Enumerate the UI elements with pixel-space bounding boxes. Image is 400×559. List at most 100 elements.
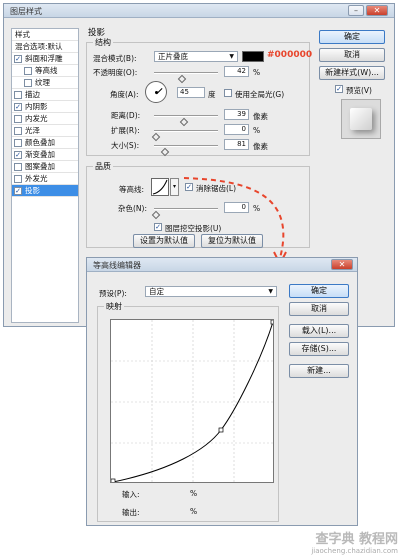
layer-style-titlebar[interactable]: 图层样式 – ✕: [4, 4, 394, 18]
styles-sidebar: 样式 混合选项:默认 ✓ 斜面和浮雕 等高线 纹理 描边 ✓ 内阴影 内发光 光泽 颜色叠加 ✓ 渐变…: [11, 28, 79, 323]
style-item[interactable]: 纹理: [12, 77, 78, 89]
size-unit: 像素: [253, 142, 268, 151]
size-slider-track[interactable]: [154, 145, 218, 147]
style-item[interactable]: 颜色叠加: [12, 137, 78, 149]
layer-style-title: 图层样式: [10, 7, 42, 16]
style-item-label: 渐变叠加: [25, 150, 55, 159]
style-item[interactable]: 等高线: [12, 65, 78, 77]
style-item-checkbox[interactable]: [14, 127, 22, 135]
style-list: ✓ 斜面和浮雕 等高线 纹理 描边 ✓ 内阴影 内发光 光泽 颜色叠加 ✓ 渐变叠加 图案叠加 外发光 ✓ 投…: [12, 53, 78, 197]
blend-options-label: 混合选项:默认: [15, 42, 63, 51]
angle-dial-center: [155, 91, 158, 94]
style-item-checkbox[interactable]: [14, 175, 22, 183]
save-button[interactable]: 存储(S)...: [289, 342, 349, 356]
style-item[interactable]: 光泽: [12, 125, 78, 137]
style-item[interactable]: ✓ 斜面和浮雕: [12, 53, 78, 65]
close-button[interactable]: ✕: [366, 5, 388, 16]
style-item-checkbox[interactable]: ✓: [14, 55, 22, 63]
contour-close-button[interactable]: ✕: [331, 259, 353, 270]
shadow-color-swatch[interactable]: [242, 51, 264, 62]
spread-field[interactable]: 0: [224, 124, 249, 135]
watermark: 查字典 教程网 jiaocheng.chazidian.com: [270, 528, 398, 558]
style-item-label: 外发光: [25, 174, 48, 183]
style-item-label: 颜色叠加: [25, 138, 55, 147]
new-button[interactable]: 新建...: [289, 364, 349, 378]
chevron-down-icon: ▼: [268, 288, 273, 295]
style-item-checkbox[interactable]: [14, 91, 22, 99]
preview-checkbox[interactable]: ✓: [335, 85, 343, 93]
contour-editor-dialog: 等高线编辑器 ✕ 预设(P): 自定 ▼ 映射 输入: % 输出: % 确定 取…: [86, 257, 358, 526]
style-item-checkbox[interactable]: [14, 163, 22, 171]
angle-label: 角度(A):: [110, 90, 139, 99]
chevron-down-icon: ▼: [229, 53, 234, 60]
minimize-button[interactable]: –: [348, 5, 364, 16]
style-item[interactable]: ✓ 渐变叠加: [12, 149, 78, 161]
style-item-checkbox[interactable]: [14, 115, 22, 123]
blend-mode-select[interactable]: 正片叠底 ▼: [154, 51, 238, 62]
size-slider-thumb[interactable]: [160, 147, 170, 157]
distance-label: 距离(D):: [111, 111, 141, 120]
angle-field[interactable]: 45: [177, 87, 205, 98]
knockout-checkbox[interactable]: ✓: [154, 223, 162, 231]
opacity-unit: %: [253, 68, 261, 77]
style-item-checkbox[interactable]: ✓: [14, 103, 22, 111]
style-item[interactable]: ✓ 内阴影: [12, 101, 78, 113]
style-item-label: 内阴影: [25, 102, 48, 111]
noise-slider-thumb[interactable]: [151, 210, 161, 220]
spread-slider-track[interactable]: [154, 130, 218, 132]
contour-ok-button[interactable]: 确定: [289, 284, 349, 298]
style-item-checkbox[interactable]: [14, 139, 22, 147]
opacity-slider-track[interactable]: [154, 72, 218, 74]
preset-select[interactable]: 自定 ▼: [145, 286, 277, 297]
contour-dropdown-button[interactable]: ▾: [170, 178, 179, 196]
blend-options-item[interactable]: 混合选项:默认: [12, 41, 78, 53]
style-item[interactable]: 内发光: [12, 113, 78, 125]
cancel-button[interactable]: 取消: [319, 48, 385, 62]
preset-label: 预设(P):: [99, 289, 127, 298]
mapping-legend: 映射: [104, 301, 124, 312]
contour-cancel-button[interactable]: 取消: [289, 302, 349, 316]
contour-label: 等高线:: [119, 185, 145, 194]
contour-curve-icon: [152, 179, 168, 195]
style-item[interactable]: 图案叠加: [12, 161, 78, 173]
contour-graph[interactable]: [110, 319, 274, 483]
contour-editor-titlebar[interactable]: 等高线编辑器 ✕: [87, 258, 357, 272]
preview-label: 预览(V): [346, 86, 372, 95]
output-unit: %: [190, 507, 198, 516]
size-label: 大小(S):: [111, 141, 140, 150]
distance-field[interactable]: 39: [224, 109, 249, 120]
angle-dial[interactable]: [145, 81, 167, 103]
style-item[interactable]: 描边: [12, 89, 78, 101]
style-item[interactable]: ✓ 投影: [12, 185, 78, 197]
style-item-label: 纹理: [35, 78, 50, 87]
input-label: 输入:: [122, 490, 140, 499]
opacity-field[interactable]: 42: [224, 66, 249, 77]
load-button[interactable]: 载入(L)...: [289, 324, 349, 338]
style-item-label: 投影: [25, 186, 40, 195]
styles-header[interactable]: 样式: [12, 29, 78, 41]
size-field[interactable]: 81: [224, 139, 249, 150]
spread-slider-thumb[interactable]: [151, 132, 161, 142]
opacity-slider-thumb[interactable]: [177, 74, 187, 84]
distance-slider-thumb[interactable]: [179, 117, 189, 127]
style-item[interactable]: 外发光: [12, 173, 78, 185]
contour-thumbnail[interactable]: [151, 178, 169, 196]
style-preview-swatch: [341, 99, 381, 139]
new-style-button[interactable]: 新建样式(W)...: [319, 66, 385, 80]
contour-editor-title: 等高线编辑器: [93, 261, 141, 270]
distance-slider-track[interactable]: [154, 115, 218, 117]
style-item-label: 斜面和浮雕: [25, 54, 63, 63]
blend-mode-value: 正片叠底: [158, 52, 188, 61]
styles-header-label: 样式: [15, 30, 30, 39]
style-item-label: 光泽: [25, 126, 40, 135]
style-item-checkbox[interactable]: ✓: [14, 151, 22, 159]
style-item-label: 图案叠加: [25, 162, 55, 171]
opacity-label: 不透明度(O):: [93, 68, 138, 77]
global-light-checkbox[interactable]: [224, 89, 232, 97]
style-item-checkbox[interactable]: ✓: [14, 187, 22, 195]
style-item-checkbox[interactable]: [24, 79, 32, 87]
ok-button[interactable]: 确定: [319, 30, 385, 44]
watermark-line1: 查字典 教程网: [315, 532, 398, 547]
mapping-group: 映射 输入: % 输出: %: [97, 301, 279, 522]
style-item-checkbox[interactable]: [24, 67, 32, 75]
